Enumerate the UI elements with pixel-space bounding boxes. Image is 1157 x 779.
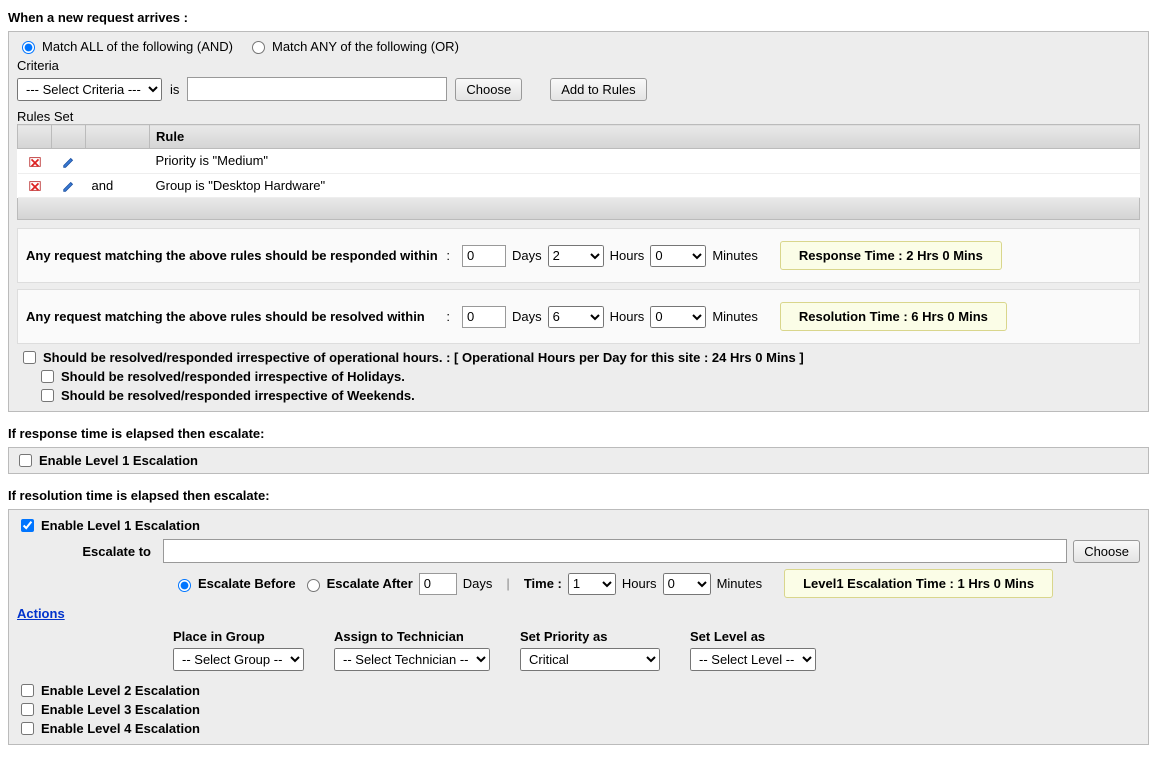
escalate-before-label[interactable]: Escalate Before bbox=[173, 576, 296, 592]
operational-hours-text: Should be resolved/responded irrespectiv… bbox=[43, 350, 804, 365]
escalate-time-label: Time : bbox=[524, 576, 562, 591]
resolution-level1-checkbox[interactable] bbox=[21, 519, 34, 532]
escalation-summary: Level1 Escalation Time : 1 Hrs 0 Mins bbox=[784, 569, 1053, 598]
level-select[interactable]: -- Select Level -- bbox=[690, 648, 816, 671]
level-label: Set Level as bbox=[690, 629, 816, 644]
rule-op: and bbox=[86, 173, 150, 198]
response-time-row: Any request matching the above rules sho… bbox=[17, 228, 1140, 283]
escalate-hours-label: Hours bbox=[622, 576, 657, 591]
weekends-checkbox[interactable] bbox=[41, 389, 54, 402]
escalate-before-radio[interactable] bbox=[178, 579, 191, 592]
escalate-to-label: Escalate to bbox=[17, 544, 157, 559]
escalate-days-label: Days bbox=[463, 576, 493, 591]
add-to-rules-button[interactable]: Add to Rules bbox=[550, 78, 646, 101]
resolution-summary: Resolution Time : 6 Hrs 0 Mins bbox=[780, 302, 1007, 331]
priority-label: Set Priority as bbox=[520, 629, 660, 644]
resolution-level4-text: Enable Level 4 Escalation bbox=[41, 721, 200, 736]
resolution-minutes-select[interactable]: 0 bbox=[650, 306, 706, 328]
resolution-label: Any request matching the above rules sho… bbox=[26, 309, 425, 324]
page-title: When a new request arrives : bbox=[8, 10, 1149, 25]
escalate-after-label[interactable]: Escalate After bbox=[302, 576, 413, 592]
rules-col-rule: Rule bbox=[150, 125, 1140, 149]
response-label: Any request matching the above rules sho… bbox=[26, 248, 438, 263]
rules-table-footer bbox=[17, 198, 1140, 220]
response-level1-text: Enable Level 1 Escalation bbox=[39, 453, 198, 468]
place-group-label: Place in Group bbox=[173, 629, 304, 644]
delete-icon[interactable] bbox=[18, 173, 52, 198]
rules-set-heading: Rules Set bbox=[17, 109, 1140, 124]
rule-text: Priority is "Medium" bbox=[150, 149, 1140, 174]
hours-label: Hours bbox=[610, 248, 645, 263]
days-label: Days bbox=[512, 248, 542, 263]
criteria-value-input[interactable] bbox=[187, 77, 447, 101]
response-summary: Response Time : 2 Hrs 0 Mins bbox=[780, 241, 1002, 270]
resolution-level3-check[interactable]: Enable Level 3 Escalation bbox=[17, 700, 1140, 719]
match-any-label[interactable]: Match ANY of the following (OR) bbox=[247, 38, 459, 54]
resolution-level2-checkbox[interactable] bbox=[21, 684, 34, 697]
assign-tech-select[interactable]: -- Select Technician -- bbox=[334, 648, 490, 671]
escalate-days-input[interactable] bbox=[419, 573, 457, 595]
actions-link[interactable]: Actions bbox=[17, 606, 65, 621]
holidays-checkbox[interactable] bbox=[41, 370, 54, 383]
minutes-label: Minutes bbox=[712, 309, 758, 324]
resolution-level3-checkbox[interactable] bbox=[21, 703, 34, 716]
response-escalate-heading: If response time is elapsed then escalat… bbox=[8, 426, 1149, 441]
resolution-level4-check[interactable]: Enable Level 4 Escalation bbox=[17, 719, 1140, 738]
holidays-check[interactable]: Should be resolved/responded irrespectiv… bbox=[37, 367, 1138, 386]
weekends-check[interactable]: Should be resolved/responded irrespectiv… bbox=[37, 386, 1138, 405]
assign-tech-label: Assign to Technician bbox=[334, 629, 490, 644]
criteria-select[interactable]: --- Select Criteria --- bbox=[17, 78, 162, 101]
weekends-text: Should be resolved/responded irrespectiv… bbox=[61, 388, 415, 403]
choose-button[interactable]: Choose bbox=[455, 78, 522, 101]
resolution-days-input[interactable] bbox=[462, 306, 506, 328]
hours-label: Hours bbox=[610, 309, 645, 324]
response-level1-check[interactable]: Enable Level 1 Escalation bbox=[15, 451, 1142, 470]
operational-hours-check[interactable]: Should be resolved/responded irrespectiv… bbox=[19, 348, 1138, 367]
criteria-panel: Match ALL of the following (AND) Match A… bbox=[8, 31, 1149, 412]
escalate-to-input[interactable] bbox=[163, 539, 1067, 563]
escalate-minutes-select[interactable]: 0 bbox=[663, 573, 711, 595]
table-row: Priority is "Medium" bbox=[18, 149, 1140, 174]
resolution-level1-check[interactable]: Enable Level 1 Escalation bbox=[17, 516, 1140, 535]
criteria-is-label: is bbox=[170, 82, 179, 97]
match-any-radio[interactable] bbox=[252, 41, 265, 54]
escalate-choose-button[interactable]: Choose bbox=[1073, 540, 1140, 563]
response-minutes-select[interactable]: 0 bbox=[650, 245, 706, 267]
match-all-label[interactable]: Match ALL of the following (AND) bbox=[17, 38, 233, 54]
rule-op bbox=[86, 149, 150, 174]
resolution-level3-text: Enable Level 3 Escalation bbox=[41, 702, 200, 717]
escalate-hours-select[interactable]: 1 bbox=[568, 573, 616, 595]
table-row: and Group is "Desktop Hardware" bbox=[18, 173, 1140, 198]
edit-icon[interactable] bbox=[52, 149, 86, 174]
match-all-radio[interactable] bbox=[22, 41, 35, 54]
resolution-escalate-heading: If resolution time is elapsed then escal… bbox=[8, 488, 1149, 503]
minutes-label: Minutes bbox=[712, 248, 758, 263]
resolution-time-row: Any request matching the above rules sho… bbox=[17, 289, 1140, 344]
separator: | bbox=[506, 576, 509, 591]
escalate-minutes-label: Minutes bbox=[717, 576, 763, 591]
escalate-after-radio[interactable] bbox=[307, 579, 320, 592]
match-all-text: Match ALL of the following (AND) bbox=[42, 39, 233, 54]
place-group-select[interactable]: -- Select Group -- bbox=[173, 648, 304, 671]
resolution-level2-text: Enable Level 2 Escalation bbox=[41, 683, 200, 698]
edit-icon[interactable] bbox=[52, 173, 86, 198]
resolution-level4-checkbox[interactable] bbox=[21, 722, 34, 735]
days-label: Days bbox=[512, 309, 542, 324]
rule-text: Group is "Desktop Hardware" bbox=[150, 173, 1140, 198]
priority-select[interactable]: Critical bbox=[520, 648, 660, 671]
criteria-heading: Criteria bbox=[17, 58, 1140, 73]
resolution-hours-select[interactable]: 6 bbox=[548, 306, 604, 328]
resolution-level2-check[interactable]: Enable Level 2 Escalation bbox=[17, 681, 1140, 700]
match-any-text: Match ANY of the following (OR) bbox=[272, 39, 459, 54]
resolution-level1-text: Enable Level 1 Escalation bbox=[41, 518, 200, 533]
response-level1-checkbox[interactable] bbox=[19, 454, 32, 467]
response-hours-select[interactable]: 2 bbox=[548, 245, 604, 267]
holidays-text: Should be resolved/responded irrespectiv… bbox=[61, 369, 405, 384]
delete-icon[interactable] bbox=[18, 149, 52, 174]
rules-table: Rule Priority is "Medium" bbox=[17, 124, 1140, 198]
response-days-input[interactable] bbox=[462, 245, 506, 267]
operational-hours-checkbox[interactable] bbox=[23, 351, 36, 364]
